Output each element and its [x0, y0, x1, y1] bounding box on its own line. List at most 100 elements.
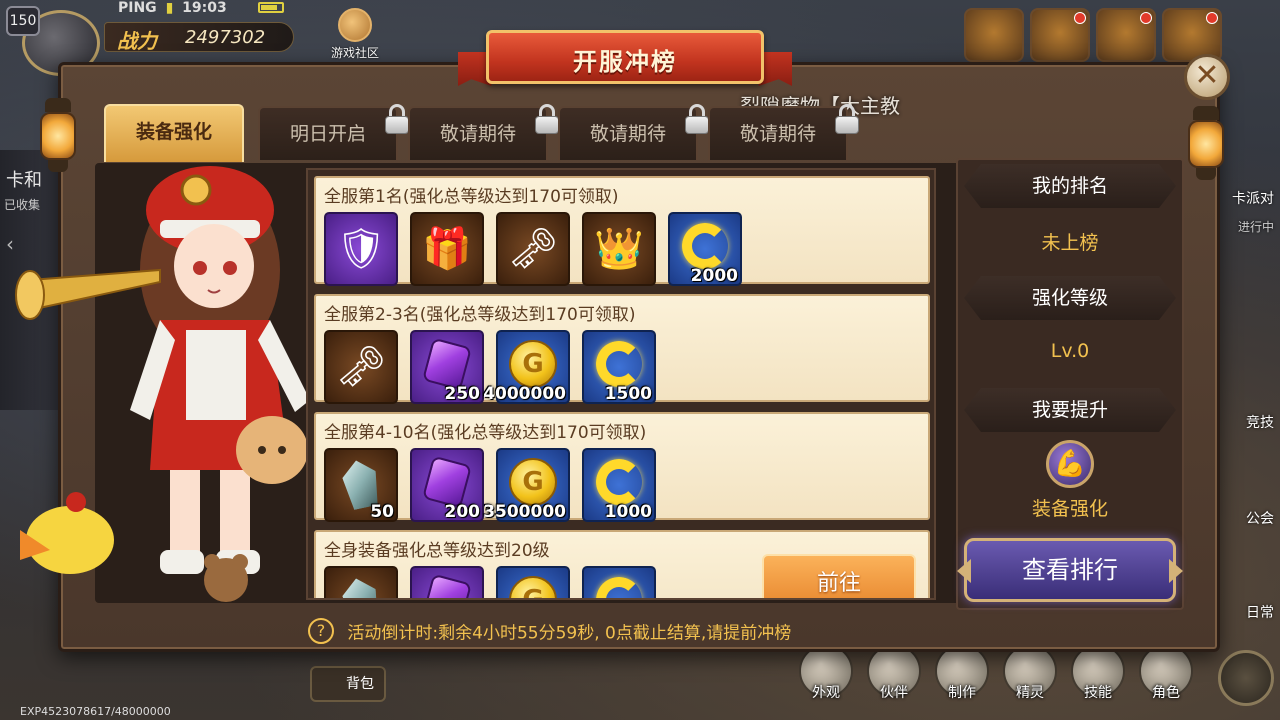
bottom-menu-label: 伙伴 [880, 685, 908, 701]
ping-status: PING ▮ 19:03 [118, 0, 227, 16]
compass-icon[interactable] [1218, 650, 1274, 706]
notification-dot-icon [1074, 12, 1086, 24]
community-icon [338, 8, 372, 42]
reward-item-crystal[interactable]: 50 [324, 448, 398, 522]
enhance-level-value: Lv.0 [1050, 340, 1090, 362]
item-quantity: 50 [370, 502, 394, 522]
crystal-icon [339, 575, 382, 600]
bottom-menu-label: 精灵 [1016, 685, 1044, 701]
signal-icon: ▮ [165, 0, 174, 16]
lock-icon [834, 104, 860, 134]
theme-event-icon[interactable] [964, 8, 1024, 62]
close-button[interactable]: ✕ [1184, 54, 1230, 100]
battery-icon [258, 2, 284, 13]
welfare-icon[interactable] [1030, 8, 1090, 62]
daily-label[interactable]: 日常 [1246, 602, 1274, 622]
gem-key-icon: 🗝 [335, 344, 387, 390]
lock-icon [684, 104, 710, 134]
gem-key-icon: 🗝 [507, 226, 559, 272]
community-label: 游戏社区 [330, 46, 379, 60]
bottom-menu-label: 制作 [948, 685, 976, 701]
combat-power-bar: 战力 2497302 [104, 22, 294, 53]
gold-coin-icon: G [509, 458, 557, 507]
help-icon[interactable]: ? [308, 618, 334, 644]
golden-chest-icon: 👑 [594, 226, 644, 272]
right-side-menu: 卡派对 进行中 竞技 公会 日常 [1220, 170, 1280, 640]
guild-label[interactable]: 公会 [1246, 508, 1274, 528]
goto-button-label: 前往 [816, 571, 861, 596]
reward-list[interactable]: 全服第1名(强化总等级达到170可领取) 🛡 🎁 🗝 👑 2000 全服第2-3… [306, 168, 936, 600]
reward-item-c-coin[interactable]: 1000 [582, 448, 656, 522]
community-button[interactable]: 游戏社区 [320, 8, 390, 60]
player-level-badge: 150 [6, 6, 40, 36]
item-quantity: 1000 [604, 502, 652, 522]
reward-item-key[interactable]: 🗝 [496, 212, 570, 286]
party-label[interactable]: 卡派对 [1232, 188, 1274, 208]
c-coin-icon [596, 459, 642, 506]
bottom-menu-craft[interactable]: 制作 [932, 644, 992, 714]
view-ranking-button[interactable]: 查看排行 [957, 538, 1183, 602]
item-quantity: 250 [444, 384, 481, 404]
reward-item-gold[interactable]: G 3500000 [483, 448, 570, 522]
reward-item-chest[interactable]: 🎁 [410, 212, 484, 286]
bottom-menu-character[interactable]: 角色 [1136, 644, 1196, 714]
reward-item-crystal[interactable] [324, 566, 398, 600]
bottom-menu-spirit[interactable]: 精灵 [1000, 644, 1060, 714]
c-coin-icon [596, 341, 642, 388]
enhance-level-header: 强化等级 [964, 276, 1176, 320]
tier-title: 全身装备强化总等级达到20级 [324, 541, 550, 561]
exp-readout: EXP4523078617/48000000 [20, 705, 171, 718]
reward-tier-level-20: 全身装备强化总等级达到20级 G 前往 [314, 530, 930, 600]
improve-header: 我要提升 [964, 388, 1176, 432]
c-coin-icon [596, 577, 642, 598]
combat-power-label: 战力 [117, 29, 157, 53]
reward-item-c-coin[interactable]: 2000 [668, 212, 742, 286]
treasure-chest-icon: 🎁 [422, 226, 472, 272]
tab-coming-soon-3[interactable]: 敬请期待 [708, 104, 859, 160]
view-ranking-label: 查看排行 [1022, 556, 1118, 584]
reward-item-gold[interactable]: G 4000000 [483, 330, 570, 404]
lock-icon [384, 104, 410, 134]
reward-item-purple-gem[interactable] [410, 566, 484, 598]
bottom-menu-appearance[interactable]: 外观 [796, 644, 856, 714]
tab-coming-soon-1[interactable]: 敬请期待 [408, 104, 559, 160]
reward-item-c-coin[interactable] [582, 566, 656, 598]
reward-item-gold[interactable]: G [496, 566, 570, 598]
close-icon: ✕ [1194, 58, 1220, 93]
muscle-arm-icon[interactable]: 💪 [1046, 440, 1094, 488]
tab-label: 敬请期待 [739, 123, 816, 145]
gold-coin-icon: G [509, 340, 557, 389]
reward-item-c-coin[interactable]: 1500 [582, 330, 656, 404]
bottom-menu-label: 外观 [812, 685, 840, 701]
item-quantity: 200 [444, 502, 481, 522]
bottom-menu-skill[interactable]: 技能 [1068, 644, 1128, 714]
reward-item-golden-chest[interactable]: 👑 [582, 212, 656, 286]
bag-label: 背包 [346, 676, 374, 692]
improve-item-label[interactable]: 装备强化 [964, 494, 1176, 521]
modal-title-banner: 开服冲榜 [458, 26, 792, 90]
bottom-menu-label: 技能 [1084, 685, 1112, 701]
trading-house-icon[interactable] [1096, 8, 1156, 62]
tier-title: 全服第4-10名(强化总等级达到170可领取) [324, 423, 647, 443]
modal-title: 开服冲榜 [573, 48, 677, 76]
reward-item-armor[interactable]: 🛡 [324, 212, 398, 286]
ping-label: PING [118, 0, 157, 16]
arena-label[interactable]: 竞技 [1246, 412, 1274, 432]
player-hud: 150 PING ▮ 19:03 战力 2497302 游戏社区 [0, 0, 420, 76]
c-coin-icon [682, 223, 728, 270]
bag-button[interactable]: 背包 [310, 666, 386, 702]
goto-button[interactable]: 前往 [762, 554, 916, 598]
tab-label: 装备强化 [135, 121, 212, 143]
reward-item-key[interactable]: 🗝 [324, 330, 398, 404]
tab-label: 敬请期待 [589, 123, 666, 145]
my-rank-value: 未上榜 [1041, 232, 1099, 254]
bottom-menu-partner[interactable]: 伙伴 [864, 644, 924, 714]
purple-gem-icon [421, 455, 473, 509]
reward-tier-rank-2-3: 全服第2-3名(强化总等级达到170可领取) 🗝 250 G 4000000 1… [314, 294, 930, 404]
gold-coin-icon: G [509, 576, 557, 598]
tab-coming-soon-2[interactable]: 敬请期待 [558, 104, 709, 160]
reward-item-purple-gem[interactable]: 200 [410, 448, 484, 522]
reward-item-purple-gem[interactable]: 250 [410, 330, 484, 404]
my-rank-header: 我的排名 [964, 164, 1176, 208]
bottom-menu-label: 角色 [1152, 685, 1180, 701]
